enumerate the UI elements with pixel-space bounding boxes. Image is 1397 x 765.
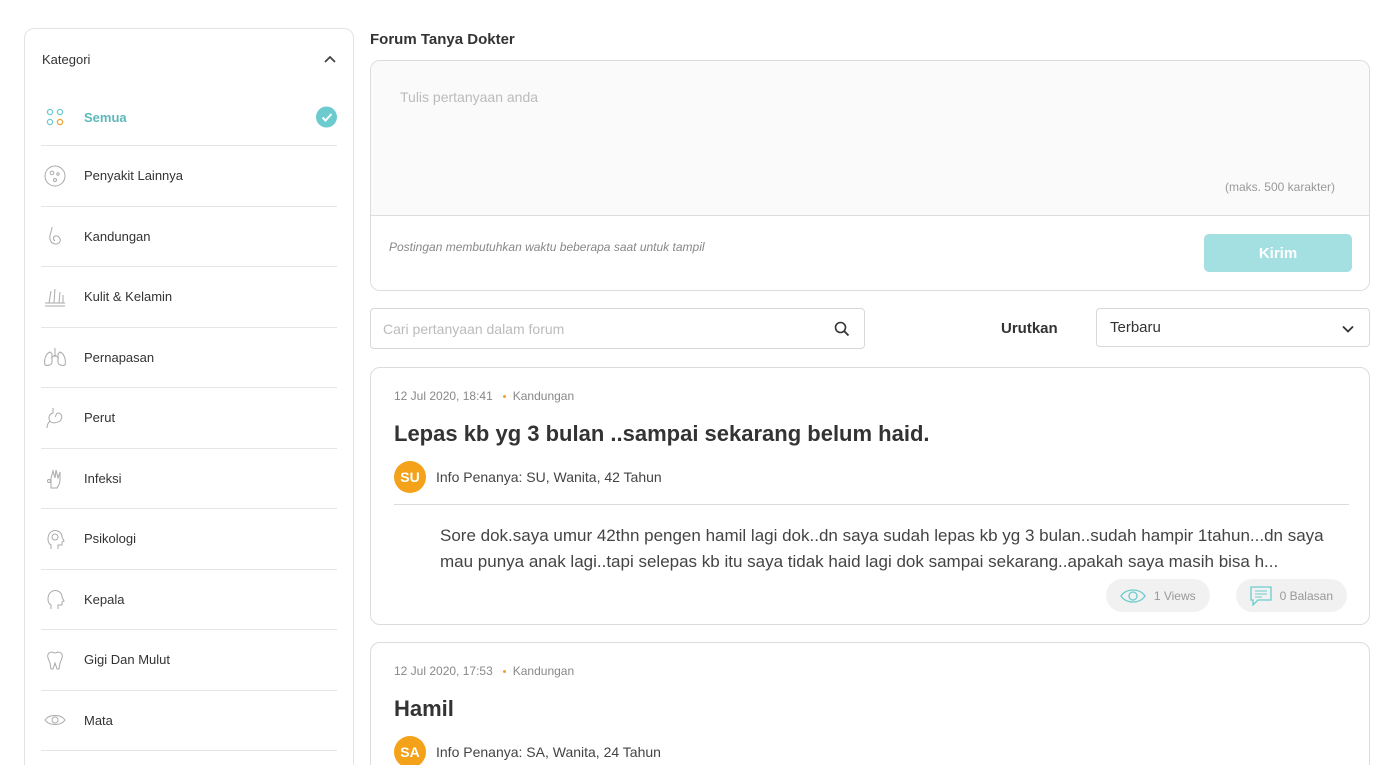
sort-label: Urutkan [1001,320,1058,337]
sidebar-item-label: Semua [84,109,127,125]
post-stats: 1 Views 0 Balasan [1105,579,1347,612]
sidebar-item-label: Gigi Dan Mulut [84,652,170,668]
asker-info: Info Penanya: SU, Wanita, 42 Tahun [436,469,662,485]
asker-info: Info Penanya: SA, Wanita, 24 Tahun [436,744,661,760]
search-box [370,308,865,349]
post-meta: 12 Jul 2020, 17:53 Kandungan [394,663,1347,679]
sidebar-item-label: Kulit & Kelamin [84,289,173,305]
sidebar-item-perut[interactable]: Perut [41,388,337,449]
post-title[interactable]: Hamil [394,696,1347,722]
search-sort-row: Urutkan Terbaru [370,308,1370,349]
send-button[interactable]: Kirim [1204,234,1352,272]
asker-row: SA Info Penanya: SA, Wanita, 24 Tahun [394,736,1347,765]
post-category: Kandungan [512,389,575,403]
sidebar-item-label: Psikologi [84,531,137,547]
eye-icon [42,707,68,733]
category-sidebar: Kategori Semua Penyakit Lainnya Kandunga… [24,28,354,765]
avatar: SA [394,736,426,765]
char-limit-text: (maks. 500 karakter) [1224,180,1335,194]
views-count: 1 Views [1153,588,1196,603]
post-body: Sore dok.saya umur 42thn pengen hamil la… [440,526,1324,571]
search-input[interactable] [371,309,811,348]
search-icon[interactable] [834,321,850,337]
forum-main: Forum Tanya Dokter (maks. 500 karakter) … [370,28,1370,765]
sidebar-header[interactable]: Kategori [25,29,353,89]
posting-note: Postingan membutuhkan waktu beberapa saa… [389,240,705,254]
replies-count: 0 Balasan [1279,588,1333,603]
sidebar-item-label: Perut [84,410,116,426]
sidebar-item-label: Infeksi [84,470,122,486]
stomach-icon [42,405,68,431]
check-icon [316,106,337,128]
sidebar-item-gigi-dan-mulut[interactable]: Gigi Dan Mulut [41,630,337,691]
skin-icon [42,284,68,310]
composer-footer: Postingan membutuhkan waktu beberapa saa… [371,215,1369,290]
chevron-up-icon[interactable] [323,52,337,66]
post-date: 12 Jul 2020, 17:53 [394,664,493,678]
sidebar-item-penyakit-lainnya[interactable]: Penyakit Lainnya [41,146,337,207]
post-date: 12 Jul 2020, 18:41 [394,389,493,403]
sidebar-item-psikologi[interactable]: Psikologi [41,509,337,570]
meta-dot [502,669,506,673]
sidebar-item-kulit-kelamin[interactable]: Kulit & Kelamin [41,267,337,328]
forum-post[interactable]: 12 Jul 2020, 18:41 Kandungan Lepas kb yg… [370,367,1370,625]
page-title: Forum Tanya Dokter [370,31,515,48]
sidebar-item-kandungan[interactable]: Kandungan [41,207,337,267]
virus-icon [42,163,68,189]
sort-select[interactable]: Terbaru [1096,308,1370,347]
asker-row: SU Info Penanya: SU, Wanita, 42 Tahun [394,461,1347,493]
head-icon [42,586,68,612]
post-category: Kandungan [512,664,575,678]
tooth-icon [42,647,68,673]
brain-head-icon [42,526,68,552]
sidebar-title: Kategori [42,51,91,67]
forum-post[interactable]: 12 Jul 2020, 17:53 Kandungan Hamil SA In… [370,642,1370,765]
sidebar-item-label: Pernapasan [84,349,155,365]
pregnancy-icon [42,223,68,249]
sidebar-item-label: Penyakit Lainnya [84,168,184,184]
eye-icon [1120,588,1146,603]
post-title[interactable]: Lepas kb yg 3 bulan ..sampai sekarang be… [394,421,1347,447]
sidebar-item-kepala[interactable]: Kepala [41,570,337,630]
avatar: SU [394,461,426,493]
question-composer: (maks. 500 karakter) Postingan membutuhk… [370,60,1370,291]
infection-icon [42,465,68,491]
grid-dots-icon [42,104,68,130]
sidebar-item-label: Kepala [84,591,125,607]
divider [394,504,1349,505]
lungs-icon [42,344,68,370]
sidebar-item-label: Kandungan [84,228,151,244]
sidebar-item-mata[interactable]: Mata [41,691,337,751]
question-input[interactable] [371,61,1369,215]
sort-value: Terbaru [1110,319,1161,336]
post-meta: 12 Jul 2020, 18:41 Kandungan [394,388,1347,404]
sidebar-item-infeksi[interactable]: Infeksi [41,449,337,509]
sidebar-item-pernapasan[interactable]: Pernapasan [41,328,337,388]
views-badge[interactable]: 1 Views [1105,579,1210,612]
chevron-down-icon [1341,322,1355,336]
sidebar-item-label: Mata [84,712,113,728]
replies-badge[interactable]: 0 Balasan [1235,579,1347,612]
comment-icon [1249,585,1272,606]
sidebar-item-semua[interactable]: Semua [41,89,337,146]
meta-dot [502,394,506,398]
